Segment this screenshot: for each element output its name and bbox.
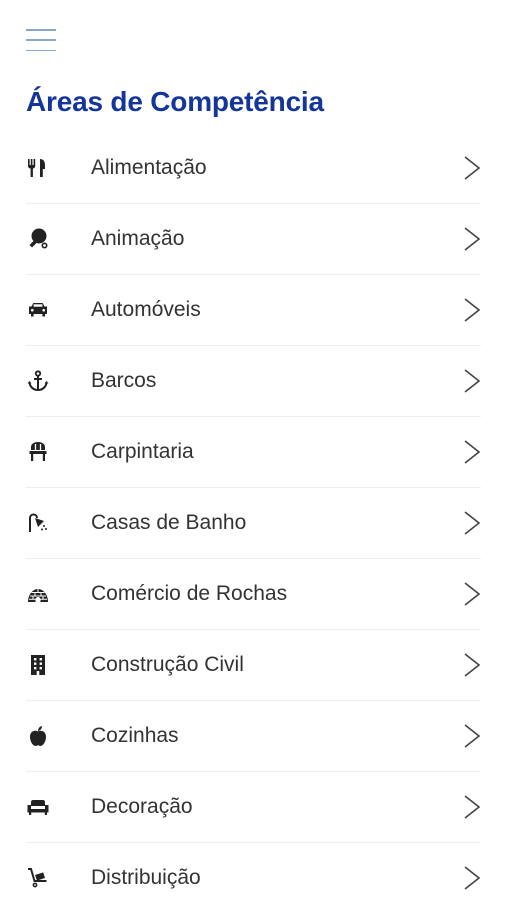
list-item-label: Casas de Banho: [91, 511, 247, 534]
list-item-animacao[interactable]: Animação: [26, 204, 481, 275]
list-item-label: Decoração: [91, 795, 193, 818]
list-item-casas-de-banho[interactable]: Casas de Banho: [26, 488, 481, 559]
list-item-label: Carpintaria: [91, 440, 194, 463]
car-icon: [26, 298, 50, 322]
list-item-barcos[interactable]: Barcos: [26, 346, 481, 417]
hamburger-menu-icon[interactable]: [26, 29, 56, 51]
igloo-icon: [26, 582, 50, 606]
chevron-right-icon: [463, 439, 481, 465]
list-item-label: Alimentação: [91, 156, 207, 179]
list-item-cozinhas[interactable]: Cozinhas: [26, 701, 481, 772]
list-item-automoveis[interactable]: Automóveis: [26, 275, 481, 346]
chevron-right-icon: [463, 297, 481, 323]
chevron-right-icon: [463, 510, 481, 536]
list-item-label: Construção Civil: [91, 653, 244, 676]
chevron-right-icon: [463, 226, 481, 252]
list-item-label: Comércio de Rochas: [91, 582, 288, 605]
chair-icon: [26, 440, 50, 464]
page-title: Áreas de Competência: [26, 86, 324, 117]
chevron-right-icon: [463, 581, 481, 607]
ping-pong-icon: [26, 227, 50, 251]
chevron-right-icon: [463, 723, 481, 749]
list-item-construcao-civil[interactable]: Construção Civil: [26, 630, 481, 701]
list-item-alimentacao[interactable]: Alimentação: [26, 133, 481, 204]
anchor-icon: [26, 369, 50, 393]
chevron-right-icon: [463, 794, 481, 820]
list-item-distribuicao[interactable]: Distribuição: [26, 843, 481, 913]
apple-icon: [26, 724, 50, 748]
list-item-label: Automóveis: [91, 298, 201, 321]
list-item-label: Distribuição: [91, 866, 201, 889]
chevron-right-icon: [463, 652, 481, 678]
chevron-right-icon: [463, 368, 481, 394]
list-item-label: Animação: [91, 227, 185, 250]
list-item-carpintaria[interactable]: Carpintaria: [26, 417, 481, 488]
chevron-right-icon: [463, 155, 481, 181]
utensils-icon: [26, 156, 50, 180]
list-item-label: Barcos: [91, 369, 157, 392]
competence-list: Alimentação Animação Automóveis Barcos C…: [26, 133, 481, 913]
building-icon: [26, 653, 50, 677]
dolly-icon: [26, 866, 50, 890]
couch-icon: [26, 795, 50, 819]
list-item-decoracao[interactable]: Decoração: [26, 772, 481, 843]
shower-icon: [26, 511, 50, 535]
list-item-comercio-de-rochas[interactable]: Comércio de Rochas: [26, 559, 481, 630]
chevron-right-icon: [463, 865, 481, 891]
list-item-label: Cozinhas: [91, 724, 179, 747]
